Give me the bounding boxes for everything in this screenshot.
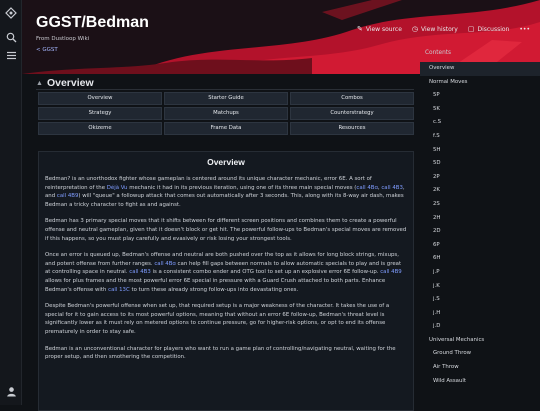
text: mechanic it had in its previous iteratio…	[127, 184, 357, 191]
toc-list: Overview Normal Moves 5P 5K c.S f.S 5H 5D 2P 2K 2S…	[420, 62, 540, 388]
nav-resources[interactable]: Resources	[290, 122, 414, 135]
view-source-icon: ✎	[356, 25, 363, 33]
toc-item[interactable]: f.S	[420, 130, 540, 144]
toc-item[interactable]: 5D	[420, 157, 540, 171]
paragraph: Bedman is an unconventional character fo…	[45, 345, 396, 361]
article-heading: Overview	[207, 157, 245, 167]
toc-title: Contents	[425, 50, 452, 56]
toc-item[interactable]: c.S	[420, 116, 540, 130]
toc-item[interactable]: j.K	[420, 280, 540, 294]
toc-item[interactable]: Air Throw	[420, 361, 540, 375]
menu-icon[interactable]	[4, 50, 18, 64]
link-call-13c[interactable]: call 13C	[108, 287, 130, 293]
nav-combos[interactable]: Combos	[290, 92, 414, 105]
toc-item[interactable]: j.P	[420, 266, 540, 280]
more-icon: •••	[519, 25, 530, 33]
toc-item[interactable]: 2K	[420, 184, 540, 198]
nav-matchups[interactable]: Matchups	[164, 107, 288, 120]
paragraph: Bedman has 3 primary special moves that …	[45, 218, 407, 242]
text: is a consistent combo ender and OTG tool…	[150, 269, 381, 276]
section-title: Overview	[46, 77, 94, 89]
text: to turn these already strong follow-ups …	[129, 286, 299, 293]
toc-item[interactable]: j.S	[420, 293, 540, 307]
main-content: ▲ Overview Overview Starter Guide Combos…	[22, 74, 420, 411]
page-title: GGST/Bedman	[36, 14, 149, 31]
logo-icon[interactable]	[4, 7, 18, 21]
character-nav: Overview Starter Guide Combos Strategy M…	[38, 92, 414, 135]
toc-item[interactable]: j.H	[420, 307, 540, 321]
link-call-4b9[interactable]: call 4B9	[57, 193, 79, 199]
section-divider	[36, 89, 414, 90]
link-call-4b3[interactable]: call 4B3	[129, 269, 151, 275]
toc-item[interactable]: 6H	[420, 252, 540, 266]
toc-item[interactable]: Wild Assault	[420, 375, 540, 389]
link-call-4b9[interactable]: call 4B9	[380, 269, 402, 275]
left-rail	[0, 0, 22, 405]
chevron-up-icon: ▲	[36, 79, 43, 87]
toc-item[interactable]: Universal Mechanics	[420, 334, 540, 348]
link-call-4ba[interactable]: call 4Bɑ	[154, 261, 176, 267]
breadcrumb[interactable]: < GGST	[36, 47, 58, 53]
nav-strategy[interactable]: Strategy	[38, 107, 162, 120]
nav-overview[interactable]: Overview	[38, 92, 162, 105]
toc-item[interactable]: 2P	[420, 171, 540, 185]
link-deja-vu[interactable]: Déjà Vu	[107, 185, 128, 191]
toc-item[interactable]: Normal Moves	[420, 76, 540, 90]
paragraph: Bedman? is an unorthodox fighter whose g…	[45, 175, 407, 209]
toc-item[interactable]: 2S	[420, 198, 540, 212]
link-call-4b3[interactable]: call 4B3	[381, 185, 403, 191]
toc-item[interactable]: 5P	[420, 89, 540, 103]
toc-item[interactable]: j.D	[420, 320, 540, 334]
view-history-label: View history	[421, 25, 458, 33]
page-actions: ✎ View source ◷ View history ▢ Discussio…	[357, 25, 530, 33]
toc-item[interactable]: 2D	[420, 225, 540, 239]
discussion-label: Discussion	[477, 25, 510, 33]
discussion-icon: ▢	[467, 25, 475, 33]
paragraph: Once an error is queued up, Bedman's off…	[45, 251, 407, 294]
link-call-4ba[interactable]: call 4Bɑ	[356, 185, 378, 191]
table-of-contents: Contents Overview Normal Moves 5P 5K c.S f.S 5…	[420, 46, 540, 405]
paragraph: Despite Bedman's powerful offense when s…	[45, 303, 390, 335]
nav-frame-data[interactable]: Frame Data	[164, 122, 288, 135]
discussion-button[interactable]: ▢ Discussion	[468, 25, 510, 33]
site-subtitle: From Dustloop Wiki	[36, 36, 90, 42]
toc-item[interactable]: 2H	[420, 212, 540, 226]
more-button[interactable]: •••	[519, 25, 530, 33]
user-icon[interactable]	[4, 386, 18, 400]
toc-item[interactable]: 5H	[420, 144, 540, 158]
nav-okizeme[interactable]: Okizeme	[38, 122, 162, 135]
view-source-button[interactable]: ✎ View source	[357, 25, 402, 33]
toc-item[interactable]: Ground Throw	[420, 347, 540, 361]
view-history-button[interactable]: ◷ View history	[412, 25, 458, 33]
text: ) will "queue" a followup attack that co…	[45, 193, 404, 208]
view-source-label: View source	[365, 25, 402, 33]
toc-item[interactable]: 5K	[420, 103, 540, 117]
toc-item[interactable]: Overview	[420, 62, 540, 76]
overview-article: Overview Bedman? is an unorthodox fighte…	[38, 151, 414, 411]
nav-counterstrategy[interactable]: Counterstrategy	[290, 107, 414, 120]
search-icon[interactable]	[4, 32, 18, 46]
section-header[interactable]: ▲ Overview	[36, 77, 94, 89]
nav-starter-guide[interactable]: Starter Guide	[164, 92, 288, 105]
toc-item[interactable]: 6P	[420, 239, 540, 253]
history-icon: ◷	[411, 25, 419, 33]
